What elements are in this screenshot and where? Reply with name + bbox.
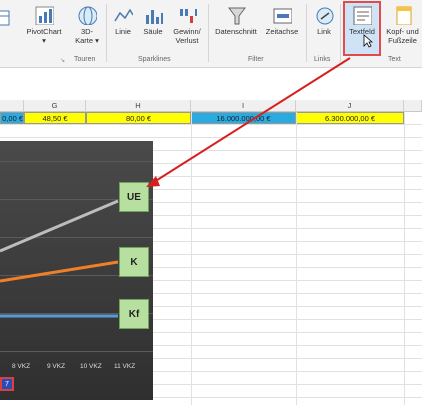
annotation-arrow bbox=[146, 57, 351, 187]
